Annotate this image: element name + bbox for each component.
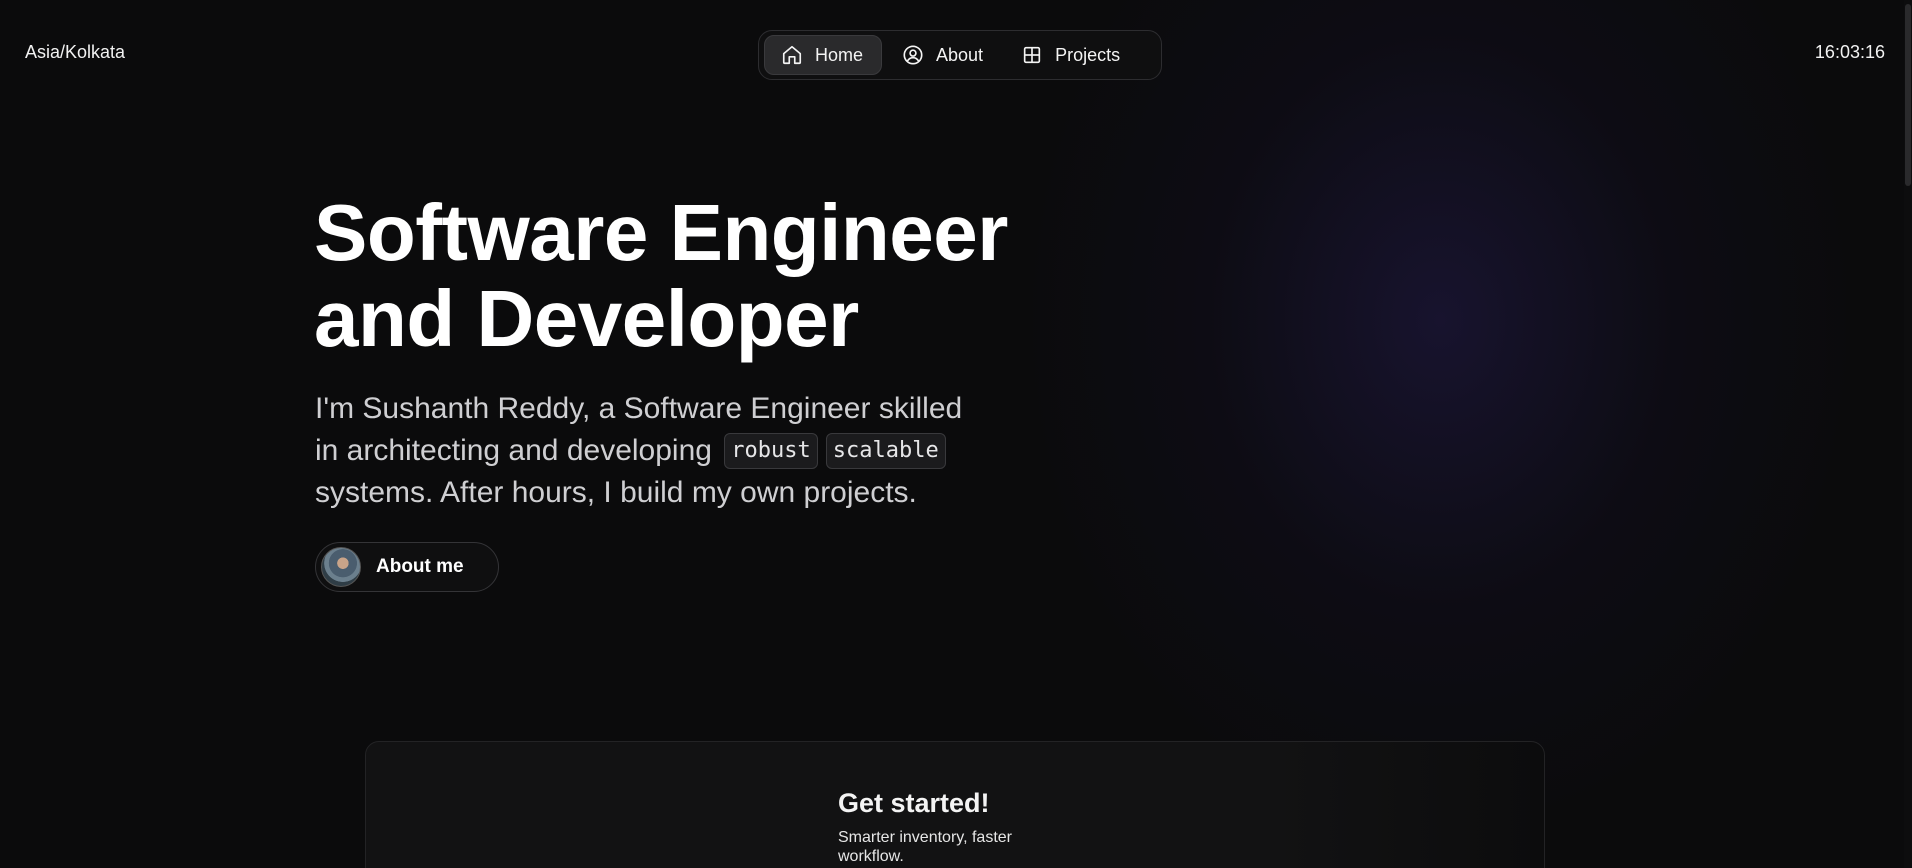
grid-icon [1021,44,1043,66]
hero-title: Software Engineer and Developer [314,190,1008,362]
about-me-button[interactable]: About me [315,542,499,592]
nav-projects-label: Projects [1055,44,1121,65]
scrollbar[interactable] [1904,0,1912,868]
nav-home[interactable]: Home [764,35,883,75]
tag-robust: robust [724,433,818,469]
nav-about-label: About [936,44,984,65]
hero-title-line-1: Software Engineer [314,188,1008,277]
nav-about[interactable]: About [886,35,1001,75]
intro-line-3: systems. After hours, I build my own pro… [315,476,917,509]
hero-title-line-2: and Developer [314,274,859,363]
intro-line-1: I'm Sushanth Reddy, a Software Engineer … [315,392,963,425]
clock: 16:03:16 [1814,42,1885,62]
page: Asia/Kolkata Home About Projects 16:03:1… [0,0,1912,868]
top-nav: Home About Projects [758,30,1162,80]
card-subtitle: Smarter inventory, faster workflow. [838,829,1012,865]
timezone-label: Asia/Kolkata [25,42,126,62]
about-me-label: About me [376,556,464,577]
user-circle-icon [902,44,924,66]
nav-home-label: Home [815,44,864,65]
avatar [321,547,361,587]
intro-line-2-text: in architecting and developing [315,434,712,467]
nav-projects[interactable]: Projects [1005,35,1138,75]
tag-scalable: scalable [825,433,946,469]
intro-line-2: in architecting and developing robust sca… [315,430,1035,472]
get-started-card: Get started! Smarter inventory, faster w… [365,741,1545,868]
background-glow [1000,0,1900,868]
scrollbar-thumb[interactable] [1905,4,1911,186]
hero-intro: I'm Sushanth Reddy, a Software Engineer … [315,388,1035,514]
card-title: Get started! [838,788,990,818]
home-icon [781,44,803,66]
